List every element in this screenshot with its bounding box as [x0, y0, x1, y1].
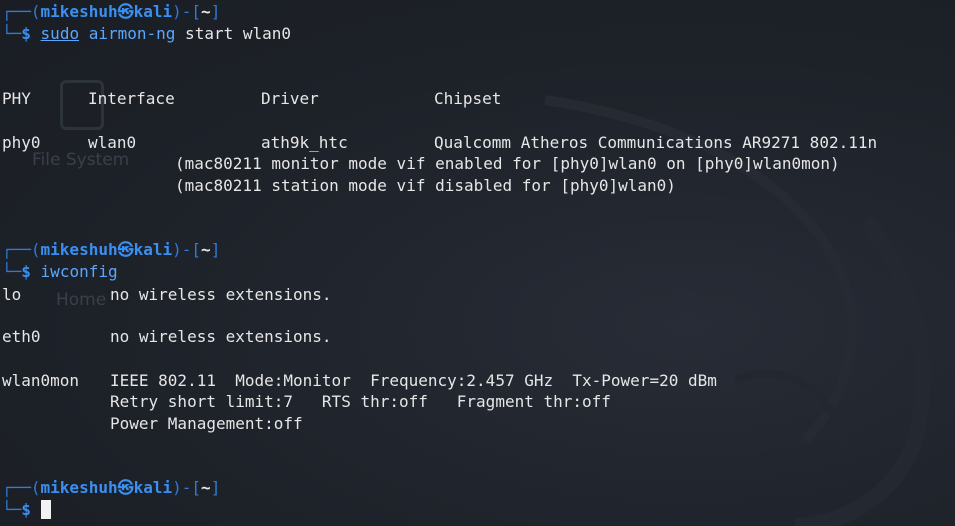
- prompt-frame: ]: [210, 478, 221, 497]
- output-note-monitor: (mac80211 monitor mode vif enabled for […: [175, 154, 840, 173]
- command-iwconfig: iwconfig: [40, 262, 118, 281]
- prompt-frame: ┌──(: [2, 2, 41, 21]
- table-header-driver: Driver: [261, 89, 319, 108]
- iface-wlan0mon-info-line2: Retry short limit:7 RTS thr:off Fragment…: [110, 392, 611, 411]
- terminal-window[interactable]: ┌──(mikeshuh㉿kali)-[~] └─$ sudo airmon-n…: [0, 0, 955, 526]
- table-header-interface: Interface: [88, 89, 175, 108]
- command-airmon-ng: airmon-ng: [88, 24, 176, 43]
- prompt-at-symbol: ㉿: [117, 478, 134, 497]
- table-header-phy: PHY: [2, 89, 31, 108]
- prompt-frame: ]: [210, 240, 221, 259]
- iface-eth0-info: no wireless extensions.: [110, 327, 332, 346]
- table-header-chipset: Chipset: [434, 89, 502, 108]
- prompt-directory: ~: [201, 478, 211, 497]
- prompt-user: mikeshuh: [40, 240, 118, 259]
- prompt-directory: ~: [201, 2, 211, 21]
- iface-wlan0mon-info-line1: IEEE 802.11 Mode:Monitor Frequency:2.457…: [110, 371, 717, 390]
- iface-lo-info: no wireless extensions.: [110, 285, 332, 304]
- prompt-host: kali: [133, 478, 173, 497]
- prompt-at-symbol: ㉿: [117, 240, 134, 259]
- prompt-user: mikeshuh: [40, 478, 118, 497]
- prompt-frame: ]: [210, 2, 221, 21]
- prompt-frame: └─: [2, 500, 22, 519]
- prompt-directory: ~: [201, 240, 211, 259]
- prompt-at-symbol: ㉿: [117, 2, 134, 21]
- prompt-host: kali: [133, 2, 173, 21]
- table-cell-interface: wlan0: [88, 133, 137, 152]
- prompt-frame: )-[: [172, 478, 202, 497]
- prompt-header: ┌──(mikeshuh㉿kali)-[~]: [2, 477, 220, 499]
- command-line: └─$ iwconfig: [2, 261, 118, 283]
- prompt-symbol: $: [21, 500, 31, 519]
- command-line: └─$ sudo airmon-ng start wlan0: [2, 23, 291, 45]
- prompt-symbol: $: [21, 24, 31, 43]
- prompt-frame: ┌──(: [2, 478, 41, 497]
- iface-eth0: eth0: [2, 327, 41, 346]
- prompt-symbol: $: [21, 262, 31, 281]
- prompt-frame: )-[: [172, 2, 202, 21]
- prompt-header: ┌──(mikeshuh㉿kali)-[~]: [2, 239, 220, 261]
- table-cell-phy: phy0: [2, 133, 41, 152]
- output-note-station: (mac80211 station mode vif disabled for …: [175, 176, 676, 195]
- table-cell-chipset: Qualcomm Atheros Communications AR9271 8…: [434, 133, 878, 152]
- command-args: start wlan0: [175, 24, 292, 43]
- command-line-active[interactable]: └─$: [2, 499, 51, 521]
- iface-wlan0mon: wlan0mon: [2, 371, 80, 390]
- prompt-frame: └─: [2, 262, 22, 281]
- prompt-frame: )-[: [172, 240, 202, 259]
- table-cell-driver: ath9k_htc: [261, 133, 348, 152]
- command-sudo: sudo: [40, 24, 80, 43]
- prompt-host: kali: [133, 240, 173, 259]
- prompt-user: mikeshuh: [40, 2, 118, 21]
- prompt-header: ┌──(mikeshuh㉿kali)-[~]: [2, 1, 220, 23]
- iface-wlan0mon-info-line3: Power Management:off: [110, 414, 303, 433]
- prompt-frame: └─: [2, 24, 22, 43]
- prompt-frame: ┌──(: [2, 240, 41, 259]
- iface-lo: lo: [2, 285, 22, 304]
- text-cursor[interactable]: [40, 500, 51, 519]
